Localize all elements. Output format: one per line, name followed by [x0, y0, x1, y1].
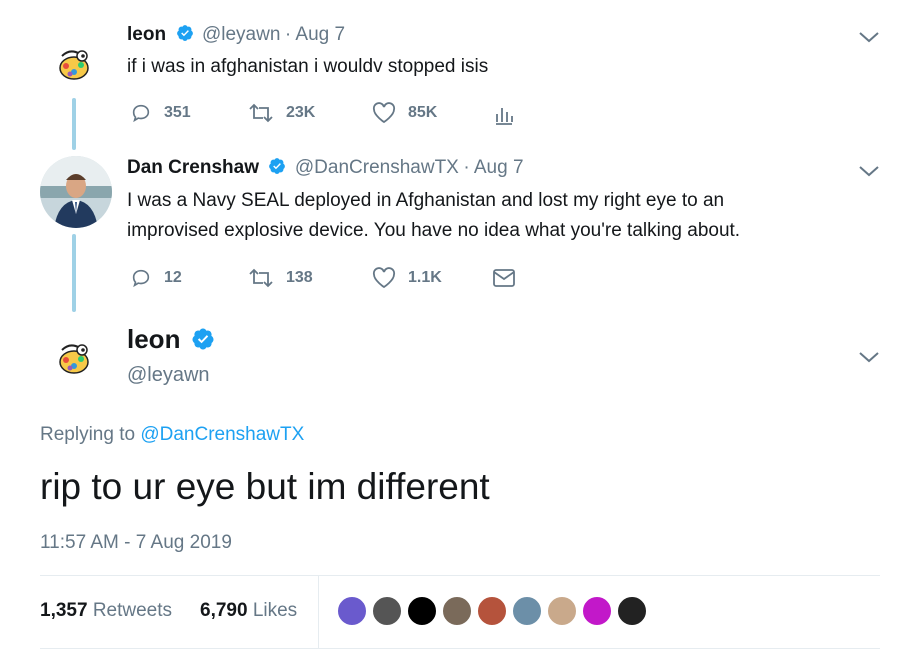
tweet1-reply-button[interactable]: 351	[130, 102, 191, 124]
thread-line-2	[72, 234, 76, 312]
tweet1-chevron-down-icon[interactable]	[858, 30, 880, 44]
main-avatar[interactable]	[52, 336, 96, 380]
tweet1-date[interactable]: · Aug 7	[285, 24, 345, 45]
analytics-icon[interactable]	[495, 104, 513, 126]
tweet1-avatar[interactable]	[52, 42, 96, 86]
liker-avatar-dark-art[interactable]	[616, 595, 648, 627]
retweet-count: 1,357	[40, 600, 88, 621]
like-stats[interactable]: 6,790 Likes	[200, 600, 297, 622]
main-handle[interactable]: @leyawn	[127, 364, 210, 387]
main-chevron-down-icon[interactable]	[858, 350, 880, 364]
stats-separator	[318, 576, 319, 648]
verified-badge-icon	[269, 158, 286, 174]
tweet1-retweet-count: 23K	[286, 104, 316, 121]
retweet-label: Retweets	[92, 600, 173, 621]
heart-icon	[372, 102, 396, 124]
tweet1-retweet-button[interactable]: 23K	[248, 102, 315, 124]
main-timestamp[interactable]: 11:57 AM - 7 Aug 2019	[40, 532, 232, 554]
tweet2-retweet-button[interactable]: 138	[248, 267, 313, 289]
like-count: 6,790	[200, 600, 248, 621]
main-display-name[interactable]: leon	[127, 324, 180, 354]
tweet1-like-button[interactable]: 85K	[372, 102, 437, 124]
tweet2-retweet-count: 138	[286, 269, 313, 286]
tweet1-reply-count: 351	[164, 104, 191, 121]
reply-icon	[132, 269, 150, 288]
tweet2-avatar[interactable]	[40, 156, 112, 228]
liker-avatar-portrait-red[interactable]	[476, 595, 508, 627]
tweet2-handle[interactable]: @DanCrenshawTX	[295, 157, 459, 178]
liker-avatar-dark-figure[interactable]	[371, 595, 403, 627]
liker-avatar-bird[interactable]	[546, 595, 578, 627]
tweet2-text-line1: I was a Navy SEAL deployed in Afghanista…	[127, 190, 725, 211]
tweet2-reply-count: 12	[164, 269, 182, 286]
liker-avatar-man[interactable]	[441, 595, 473, 627]
bird-avatar-icon	[52, 42, 96, 86]
direct-message-icon[interactable]	[492, 268, 516, 288]
divider-top	[40, 575, 880, 576]
retweet-icon	[249, 268, 273, 288]
man-in-suit-avatar	[40, 156, 112, 228]
tweet1-header: leon @leyawn · Aug 7	[127, 24, 345, 46]
tweet2-date[interactable]: · Aug 7	[463, 157, 523, 178]
heart-icon	[372, 267, 396, 289]
tweet2-text-line2: improvised explosive device. You have no…	[127, 220, 741, 241]
tweet2-header: Dan Crenshaw @DanCrenshawTX · Aug 7	[127, 157, 524, 179]
tweet1-display-name[interactable]: leon	[127, 24, 166, 45]
retweet-stats[interactable]: 1,357 Retweets	[40, 600, 172, 622]
retweet-icon	[249, 103, 273, 123]
tweet1-handle[interactable]: @leyawn	[202, 24, 280, 45]
liker-avatar-blue-art[interactable]	[511, 595, 543, 627]
tweet2-display-name[interactable]: Dan Crenshaw	[127, 157, 259, 178]
verified-badge-icon	[176, 25, 193, 41]
replying-to: Replying to @DanCrenshawTX	[40, 424, 304, 446]
tweet1-like-count: 85K	[408, 104, 438, 121]
liker-avatar-anime[interactable]	[336, 595, 368, 627]
replying-to-handle-link[interactable]: @DanCrenshawTX	[140, 424, 304, 445]
main-tweet-text: rip to ur eye but im different	[40, 466, 490, 507]
verified-badge-icon	[192, 328, 214, 350]
main-header-name: leon	[127, 324, 215, 355]
tweet2-like-count: 1.1K	[408, 269, 442, 286]
like-label: Likes	[252, 600, 298, 621]
tweet2-reply-button[interactable]: 12	[130, 267, 182, 289]
bird-avatar-icon	[52, 336, 96, 380]
tweet2-text: I was a Navy SEAL deployed in Afghanista…	[127, 186, 740, 246]
liker-avatars	[336, 595, 648, 627]
thread-line-1	[72, 98, 76, 150]
divider-bottom	[40, 648, 880, 649]
reply-icon	[132, 104, 150, 123]
liker-avatar-black[interactable]	[406, 595, 438, 627]
tweet2-like-button[interactable]: 1.1K	[372, 267, 442, 289]
tweet1-text: if i was in afghanistan i wouldv stopped…	[127, 56, 489, 77]
replying-to-label: Replying to	[40, 424, 141, 445]
liker-avatar-magenta[interactable]	[581, 595, 613, 627]
tweet2-chevron-down-icon[interactable]	[858, 164, 880, 178]
